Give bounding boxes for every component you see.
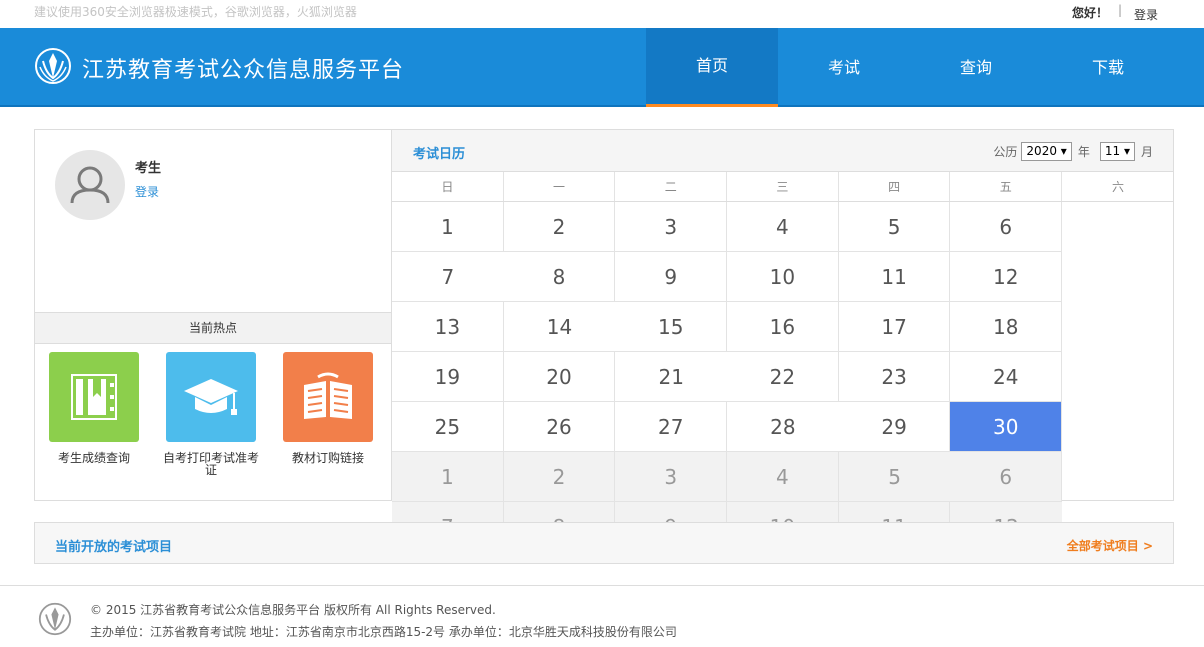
footer-host-info: 主办单位：江苏省教育考试院 地址：江苏省南京市北京西路15-2号 承办单位：北京… [90,625,677,639]
footer-divider [0,585,1204,586]
nav-home[interactable]: 首页 [646,28,778,107]
calendar-day[interactable]: 17 [838,302,951,352]
calendar-header: 考试日历 公历 2020 ▾ 年 11 ▾ 月 [392,130,1173,172]
day-grid: 1 2 3 4 5 6 7 8 9 10 11 12 13 14 15 16 17 18 19 20 21 22 23 24 2… [392,202,1173,552]
calendar-day[interactable]: 1 [392,202,504,252]
calendar-day[interactable]: 19 [392,352,504,402]
calendar-day[interactable]: 5 [838,452,951,502]
calendar-day[interactable]: 15 [615,302,728,352]
graduation-cap-icon [184,379,238,415]
calendar-day[interactable]: 22 [727,352,839,402]
main-nav: 首页 考试 查询 下载 [646,28,1174,107]
hot-item-textbook-order[interactable]: 教材订购链接 [278,352,378,464]
calendar-day[interactable]: 25 [392,402,504,452]
calendar-title: 考试日历 [413,147,466,162]
chevron-down-icon: ▾ [1123,144,1130,158]
weekday-label: 六 [1111,180,1124,194]
nav-download[interactable]: 下载 [1042,28,1174,107]
calendar-day[interactable]: 5 [838,202,951,252]
calendar-day[interactable]: 24 [950,352,1063,402]
calendar-day[interactable]: 29 [838,402,951,452]
hot-item-score-query[interactable]: 考生成绩查询 [44,352,144,464]
open-exams-bar: 当前开放的考试项目 全部考试项目 > [34,522,1174,564]
user-name: 考生 [135,161,162,176]
calendar-day[interactable]: 14 [503,302,616,352]
calendar-controls: 公历 2020 ▾ 年 11 ▾ 月 [993,142,1153,161]
month-value: 11 [1104,144,1121,158]
calendar-day[interactable]: 10 [727,252,839,302]
site-title: 江苏教育考试公众信息服务平台 [82,58,405,83]
calendar-day[interactable]: 8 [503,252,616,302]
calendar-day[interactable]: 1 [392,452,504,502]
calendar-day[interactable]: 6 [950,452,1063,502]
calendar-day[interactable]: 2 [503,202,616,252]
calendar-day[interactable]: 12 [950,252,1063,302]
calendar-day[interactable]: 2 [503,452,616,502]
calendar-day[interactable]: 23 [838,352,951,402]
hot-item-admission-ticket[interactable]: 自考打印考试准考证 [161,352,261,476]
hot-item-label: 教材订购链接 [291,451,364,465]
hot-tile[interactable] [166,352,256,442]
calendar-day[interactable]: 21 [615,352,728,402]
divider: | [1118,3,1123,17]
hot-tile[interactable] [283,352,373,442]
calendar-day[interactable]: 27 [615,402,728,452]
weekday-label: 四 [839,172,951,201]
open-exams-title: 当前开放的考试项目 [55,540,173,555]
hot-item-label: 自考打印考试准考证 [162,451,259,477]
site-logo-icon [35,48,71,84]
calendar-day[interactable]: 16 [727,302,839,352]
calendar-day[interactable]: 3 [615,202,728,252]
exam-calendar: 考试日历 公历 2020 ▾ 年 11 ▾ 月 日一二三四五六 12345678… [392,129,1174,552]
notebook-icon [71,374,117,420]
calendar-day[interactable]: 6 [950,202,1063,252]
hot-tile[interactable] [49,352,139,442]
calendar-day[interactable]: 3 [615,452,728,502]
month-select[interactable]: 11 ▾ [1099,142,1135,161]
user-login-link[interactable]: 登录 [135,183,159,200]
calendar-day[interactable]: 7 [392,252,504,302]
calendar-day[interactable]: 4 [727,202,839,252]
calendar-day[interactable]: 20 [503,352,616,402]
era-label: 公历 [993,145,1018,159]
calendar-day[interactable]: 26 [503,402,616,452]
weekday-row: 日一二三四五 六 [392,172,1173,202]
year-value: 2020 [1026,144,1057,158]
top-login-link[interactable]: 登录 [1134,6,1158,23]
user-panel: 考生 登录 当前热点 考生成绩查询 自考打印考试准考证 教材订购链接 [34,129,392,501]
footer-logo-icon [38,602,72,636]
greeting: 您好！ [1072,6,1109,20]
year-unit: 年 [1077,145,1090,159]
avatar [55,150,125,220]
nav-query[interactable]: 查询 [910,28,1042,107]
weekday-label: 五 [950,172,1063,201]
month-unit: 月 [1140,145,1153,159]
top-bar: 建议使用360安全浏览器极速模式，谷歌浏览器，火狐浏览器 您好！ | 登录 [0,0,1204,28]
calendar-day[interactable]: 13 [392,302,504,352]
chevron-down-icon: ▾ [1060,144,1067,158]
all-exams-link[interactable]: 全部考试项目 > [1067,537,1153,554]
calendar-day[interactable]: 11 [838,252,951,302]
open-book-icon [304,372,352,419]
user-avatar-icon [70,166,110,204]
year-select[interactable]: 2020 ▾ [1021,142,1072,161]
footer-copyright: © 2015 江苏省教育考试公众信息服务平台 版权所有 All Rights R… [90,603,496,617]
weekday-label: 二 [615,172,728,201]
weekday-label: 三 [727,172,839,201]
calendar-day[interactable]: 4 [727,452,839,502]
site-header: 江苏教育考试公众信息服务平台 首页 考试 查询 下载 [0,28,1204,107]
nav-exam[interactable]: 考试 [778,28,910,107]
calendar-day-today[interactable]: 30 [950,402,1063,452]
browser-notice: 建议使用360安全浏览器极速模式，谷歌浏览器，火狐浏览器 [34,5,357,19]
weekday-label: 日 [392,172,504,201]
hot-item-label: 考生成绩查询 [57,451,130,465]
weekday-label: 一 [504,172,616,201]
calendar-day[interactable]: 9 [615,252,728,302]
hot-topics-title: 当前热点 [35,312,391,344]
calendar-day[interactable]: 28 [727,402,839,452]
calendar-day[interactable]: 18 [950,302,1063,352]
